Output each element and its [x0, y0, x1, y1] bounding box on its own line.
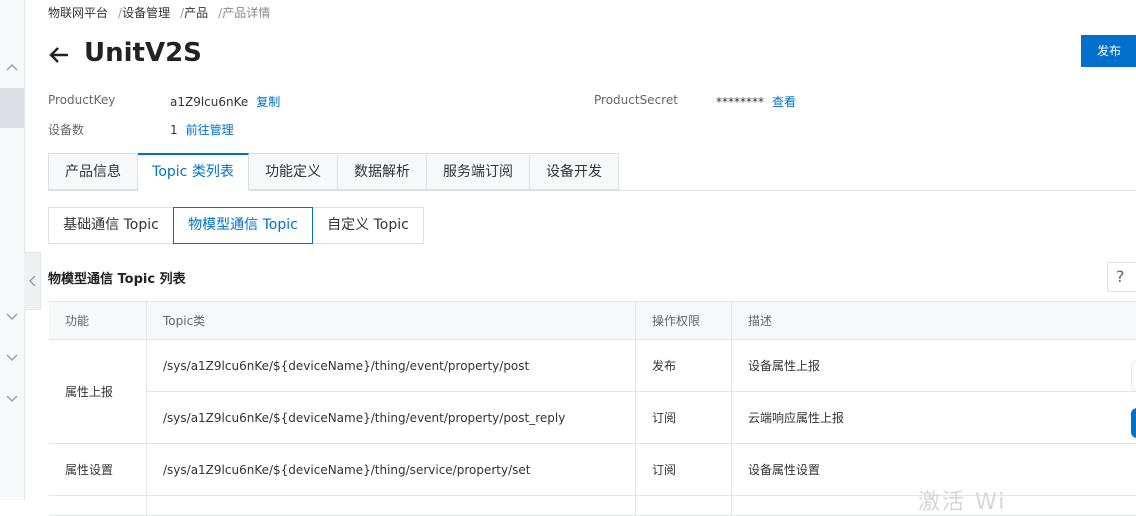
- left-sidebar-rail: [0, 0, 25, 500]
- column-header-topic: Topic类: [147, 302, 636, 340]
- subtab-custom-topic[interactable]: 自定义 Topic: [312, 207, 424, 244]
- table-row-partial: [147, 496, 636, 516]
- table-cell-topic: /sys/a1Z9lcu6nKe/${deviceName}/thing/ser…: [147, 444, 636, 496]
- product-key-label: ProductKey: [48, 93, 116, 107]
- tab-data-parsing[interactable]: 数据解析: [338, 153, 427, 190]
- subtab-thing-model-topic[interactable]: 物模型通信 Topic: [173, 207, 313, 244]
- tab-product-info[interactable]: 产品信息: [48, 153, 138, 190]
- activation-watermark: 激活 Wi: [918, 490, 1007, 515]
- tab-server-subscription[interactable]: 服务端订阅: [427, 153, 530, 190]
- product-secret-row: ******** 查看: [716, 93, 796, 110]
- product-key-value: a1Z9lcu6nKe: [170, 95, 249, 109]
- product-secret-value: ********: [716, 95, 764, 109]
- table-row-partial: [49, 496, 147, 516]
- breadcrumb-item-iot-platform[interactable]: 物联网平台: [48, 6, 108, 20]
- table-cell-description: 云端响应属性上报: [732, 392, 1136, 444]
- device-count-label: 设备数: [48, 123, 85, 137]
- main-tabs: 产品信息 Topic 类列表 功能定义 数据解析 服务端订阅 设备开发: [48, 153, 1136, 191]
- table-cell-permission: 订阅: [636, 444, 732, 496]
- breadcrumb-item-current: 产品详情: [222, 6, 271, 20]
- table-cell-group: 属性上报: [49, 340, 147, 444]
- topic-table: 功能 Topic类 操作权限 描述 属性上报 /sys/a1Z9lcu6nKe/…: [48, 301, 1136, 516]
- floating-help-button[interactable]: [1131, 408, 1136, 438]
- tab-function-definition[interactable]: 功能定义: [249, 153, 338, 190]
- product-key-row: a1Z9lcu6nKe 复制: [170, 93, 280, 110]
- scrollbar-thumb[interactable]: [0, 88, 24, 128]
- page-title: UnitV2S: [84, 38, 202, 68]
- section-title: 物模型通信 Topic 列表: [48, 272, 186, 287]
- table-cell-description: 设备属性上报: [732, 340, 1136, 392]
- sidebar-collapse-toggle[interactable]: [24, 252, 41, 310]
- chevron-down-icon[interactable]: [3, 392, 21, 406]
- column-header-description: 描述: [732, 302, 1136, 340]
- table-cell-topic: /sys/a1Z9lcu6nKe/${deviceName}/thing/eve…: [147, 340, 636, 392]
- table-row-partial: [636, 496, 732, 516]
- tab-device-development[interactable]: 设备开发: [530, 153, 619, 190]
- publish-button[interactable]: 发布: [1081, 35, 1136, 67]
- subtab-basic-topic[interactable]: 基础通信 Topic: [48, 207, 174, 244]
- table-cell-permission: 订阅: [636, 392, 732, 444]
- back-arrow-icon[interactable]: [48, 44, 70, 70]
- chevron-down-icon[interactable]: [3, 351, 21, 365]
- tab-topic-list[interactable]: Topic 类列表: [138, 153, 249, 191]
- floating-widget[interactable]: [1131, 360, 1136, 392]
- manage-link[interactable]: 前往管理: [186, 123, 234, 137]
- copy-link[interactable]: 复制: [256, 95, 280, 109]
- column-header-function: 功能: [49, 302, 147, 340]
- breadcrumb: 物联网平台/设备管理/产品/产品详情: [48, 6, 271, 20]
- table-cell-group: 属性设置: [49, 444, 147, 496]
- column-header-permission: 操作权限: [636, 302, 732, 340]
- table-cell-permission: 发布: [636, 340, 732, 392]
- table-cell-topic: /sys/a1Z9lcu6nKe/${deviceName}/thing/eve…: [147, 392, 636, 444]
- device-count-value: 1: [170, 123, 178, 137]
- device-count-row: 1 前往管理: [170, 121, 234, 138]
- product-secret-label: ProductSecret: [594, 93, 678, 107]
- chevron-down-icon[interactable]: [3, 310, 21, 324]
- breadcrumb-item-device-management[interactable]: 设备管理: [122, 6, 170, 20]
- view-link[interactable]: 查看: [772, 95, 796, 109]
- breadcrumb-item-product[interactable]: 产品: [184, 6, 208, 20]
- chevron-up-icon[interactable]: [3, 60, 21, 74]
- help-button[interactable]: ?: [1107, 262, 1136, 292]
